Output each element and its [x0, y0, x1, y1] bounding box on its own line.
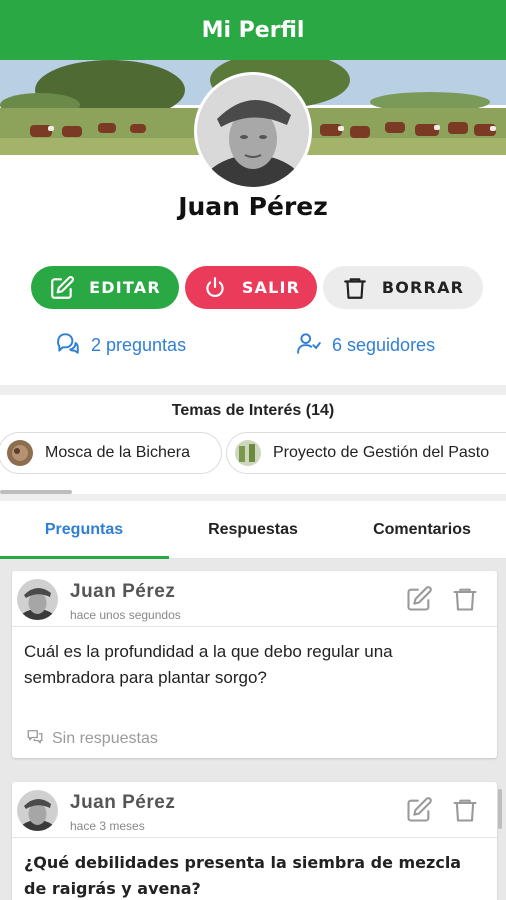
tab-bar: Preguntas Respuestas Comentarios: [0, 501, 506, 559]
topic-image: [235, 440, 261, 466]
delete-post-icon[interactable]: [451, 796, 479, 829]
trash-icon: [342, 275, 368, 301]
avatar[interactable]: [17, 790, 58, 831]
topics-chip-list[interactable]: Mosca de la Bichera Proyecto de Gestión …: [0, 432, 506, 476]
replies-status-label: Sin respuestas: [52, 729, 158, 747]
post-text[interactable]: ¿Qué debilidades presenta la siembra de …: [12, 838, 497, 900]
divider: [0, 385, 506, 395]
topic-image: [7, 440, 33, 466]
edit-post-icon[interactable]: [405, 585, 433, 618]
post-time: hace unos segundos: [70, 608, 181, 622]
exit-button-label: SALIR: [241, 278, 301, 297]
topic-chip[interactable]: Mosca de la Bichera: [0, 432, 222, 474]
profile-avatar: [194, 72, 312, 190]
edit-button-label: EDITAR: [89, 278, 161, 297]
app-bar: Mi Perfil: [0, 0, 506, 60]
tab-comentarios[interactable]: Comentarios: [338, 501, 506, 559]
delete-account-button[interactable]: BORRAR: [323, 266, 483, 309]
power-icon: [202, 275, 228, 301]
profile-screen: Mi Perfil Juan Pérez EDITAR SALIR BORRAR…: [0, 0, 506, 900]
exit-button[interactable]: SALIR: [185, 266, 317, 309]
edit-button[interactable]: EDITAR: [31, 266, 179, 309]
feed-scrollbar[interactable]: [498, 789, 502, 829]
profile-actions: EDITAR SALIR BORRAR: [31, 266, 483, 309]
post-text[interactable]: Cuál es la profundidad a la que debo reg…: [12, 627, 497, 691]
followers-count: 6 seguidores: [332, 335, 436, 355]
followers-count-link[interactable]: 6 seguidores: [296, 330, 435, 361]
card-header: Juan Pérez hace unos segundos: [12, 571, 497, 627]
topic-chip-label: Proyecto de Gestión del Pasto: [273, 444, 490, 461]
delete-button-label: BORRAR: [381, 278, 465, 297]
topic-chip-label: Mosca de la Bichera: [45, 444, 190, 461]
questions-feed[interactable]: Juan Pérez hace unos segundos Cuál es la…: [0, 559, 506, 900]
replies-status: Sin respuestas: [26, 727, 158, 750]
edit-icon: [49, 275, 75, 301]
questions-count-link[interactable]: 2 preguntas: [55, 330, 186, 361]
post-time: hace 3 meses: [70, 819, 145, 833]
card-header: Juan Pérez hace 3 meses: [12, 782, 497, 838]
questions-icon: [55, 330, 81, 361]
followers-icon: [296, 330, 322, 361]
edit-post-icon[interactable]: [405, 796, 433, 829]
topics-title: Temas de Interés (14): [171, 402, 335, 419]
question-card[interactable]: Juan Pérez hace 3 meses ¿Qué debilidades…: [12, 782, 497, 900]
question-card[interactable]: Juan Pérez hace unos segundos Cuál es la…: [12, 571, 497, 758]
profile-stats: 2 preguntas 6 seguidores: [0, 330, 506, 358]
profile-name: Juan Pérez: [178, 192, 328, 221]
questions-count: 2 preguntas: [91, 335, 187, 355]
page-title: Mi Perfil: [201, 17, 305, 43]
delete-post-icon[interactable]: [451, 585, 479, 618]
tab-label: Respuestas: [208, 521, 298, 538]
post-author[interactable]: Juan Pérez: [70, 792, 175, 814]
topic-chip[interactable]: Proyecto de Gestión del Pasto: [226, 432, 506, 474]
tab-label: Comentarios: [373, 521, 471, 538]
avatar[interactable]: [17, 579, 58, 620]
tab-preguntas[interactable]: Preguntas: [0, 501, 168, 559]
reply-icon: [26, 727, 44, 750]
post-author[interactable]: Juan Pérez: [70, 581, 175, 603]
tab-label: Preguntas: [44, 521, 124, 538]
tab-respuestas[interactable]: Respuestas: [169, 501, 337, 559]
